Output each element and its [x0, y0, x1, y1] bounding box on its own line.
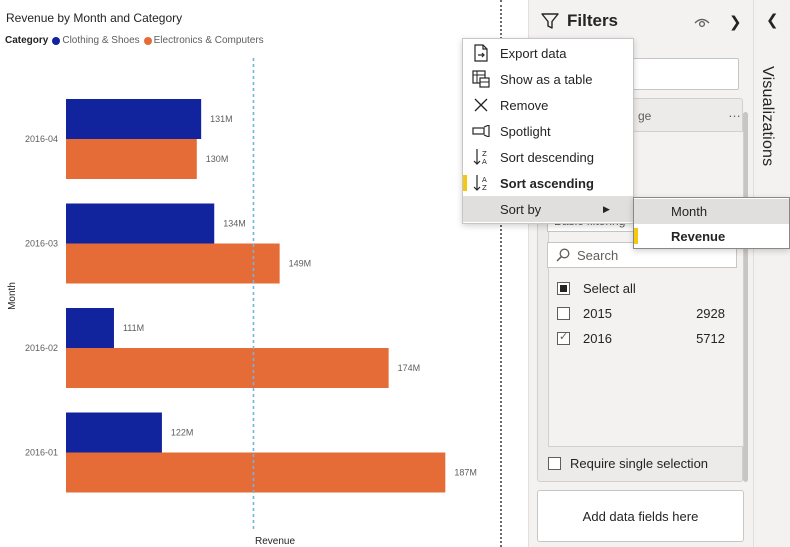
bar-chart-visual[interactable]: 2016-04 131M 130M 2016-03 134M 149M 2016-02 111… — [0, 0, 500, 547]
option-label: 2016 — [583, 330, 612, 346]
submenu-arrow-icon: ▶ — [603, 203, 610, 214]
option-count: 2928 — [696, 305, 725, 321]
add-data-fields-dropzone[interactable]: Add data fields here — [537, 490, 744, 542]
svg-text:A: A — [482, 176, 487, 184]
legend-item-electronics[interactable]: Electronics & Computers — [143, 35, 264, 46]
option-label: Select all — [583, 280, 636, 296]
filter-option-2015[interactable]: 2015 2928 — [557, 303, 737, 323]
search-placeholder: Search — [577, 247, 619, 263]
menu-item-sort-by[interactable]: Sort by ▶ — [463, 196, 633, 222]
menu-item-show-as-table[interactable]: Show as a table — [463, 66, 633, 92]
svg-text:A: A — [482, 158, 487, 166]
filter-card-title: ge — [638, 109, 652, 123]
sort-by-submenu: Month Revenue — [633, 197, 790, 249]
active-indicator — [634, 228, 638, 244]
data-label: 122M — [171, 428, 194, 438]
filter-option-select-all[interactable]: Select all — [557, 278, 737, 298]
spotlight-icon — [472, 122, 490, 140]
more-options-icon[interactable]: … — [728, 105, 742, 120]
data-label: 111M — [123, 323, 144, 333]
legend-item-clothing[interactable]: Clothing & Shoes — [52, 35, 140, 46]
menu-item-sort-descending[interactable]: ZA Sort descending — [463, 144, 633, 170]
data-label: 187M — [454, 468, 477, 478]
export-icon — [472, 44, 490, 62]
require-single-selection[interactable]: Require single selection — [548, 456, 708, 471]
filter-funnel-icon — [541, 13, 559, 29]
bar-electronics[interactable] — [66, 139, 197, 179]
filter-option-2016[interactable]: 2016 5712 — [557, 328, 737, 348]
close-icon — [472, 96, 490, 114]
bar-electronics[interactable] — [66, 452, 446, 493]
submenu-item-revenue[interactable]: Revenue — [634, 224, 789, 249]
bar-clothing[interactable] — [66, 308, 114, 348]
legend-title: Category — [5, 35, 49, 46]
table-icon — [472, 70, 490, 88]
search-icon — [556, 248, 570, 262]
svg-text:Z: Z — [482, 150, 487, 158]
data-label: 134M — [223, 219, 246, 229]
menu-item-remove[interactable]: Remove — [463, 92, 633, 118]
filters-header: Filters — [541, 11, 618, 31]
chevron-left-icon[interactable]: ❮ — [766, 11, 779, 29]
category-label: 2016-02 — [25, 343, 58, 353]
bar-clothing[interactable] — [66, 203, 215, 244]
data-label: 174M — [398, 363, 421, 373]
bar-clothing[interactable] — [66, 412, 162, 453]
require-single-label: Require single selection — [570, 456, 709, 471]
checkbox-checked[interactable] — [557, 330, 570, 345]
legend-dot-icon — [52, 36, 61, 45]
active-indicator — [463, 175, 467, 191]
legend-dot-icon — [143, 36, 152, 45]
y-axis-title: Month — [7, 282, 18, 310]
option-count: 5712 — [696, 330, 725, 346]
visualizations-pane-collapsed[interactable]: ❮ Visualizations — [753, 0, 790, 547]
x-axis-title: Revenue — [255, 536, 295, 547]
legend: Category Clothing & Shoes Electronics & … — [5, 35, 268, 46]
chart-svg: 2016-04 131M 130M 2016-03 134M 149M 2016-02 111… — [7, 58, 477, 547]
category-label: 2016-04 — [25, 134, 58, 144]
category-label: 2016-01 — [25, 448, 58, 458]
chart-title: Revenue by Month and Category — [6, 11, 183, 25]
option-label: 2015 — [583, 305, 612, 321]
eye-icon[interactable] — [694, 16, 710, 30]
visualizations-label: Visualizations — [759, 66, 776, 167]
data-label: 130M — [206, 154, 229, 164]
bar-clothing[interactable] — [66, 99, 202, 139]
collapse-filters-icon[interactable]: ❯ — [729, 13, 742, 31]
menu-item-sort-ascending[interactable]: AZ Sort ascending — [463, 170, 633, 196]
bar-electronics[interactable] — [66, 243, 280, 284]
bar-electronics[interactable] — [66, 348, 389, 388]
checkbox-partial[interactable] — [557, 281, 570, 295]
legend-label: Electronics & Computers — [153, 35, 264, 46]
sort-descending-icon: ZA — [472, 148, 490, 166]
data-label: 131M — [210, 114, 233, 124]
sort-ascending-icon: AZ — [472, 174, 490, 192]
data-label: 149M — [289, 259, 312, 269]
submenu-item-month[interactable]: Month — [634, 199, 789, 224]
category-label: 2016-03 — [25, 239, 58, 249]
legend-label: Clothing & Shoes — [62, 35, 140, 46]
menu-item-export-data[interactable]: Export data — [463, 40, 633, 66]
svg-text:Z: Z — [482, 184, 487, 192]
menu-item-spotlight[interactable]: Spotlight — [463, 118, 633, 144]
checkbox-unchecked[interactable] — [557, 306, 570, 320]
checkbox-unchecked[interactable] — [548, 457, 561, 470]
filters-title: Filters — [567, 11, 619, 30]
visual-context-menu: Export data Show as a table Remove Spotl… — [462, 38, 634, 224]
